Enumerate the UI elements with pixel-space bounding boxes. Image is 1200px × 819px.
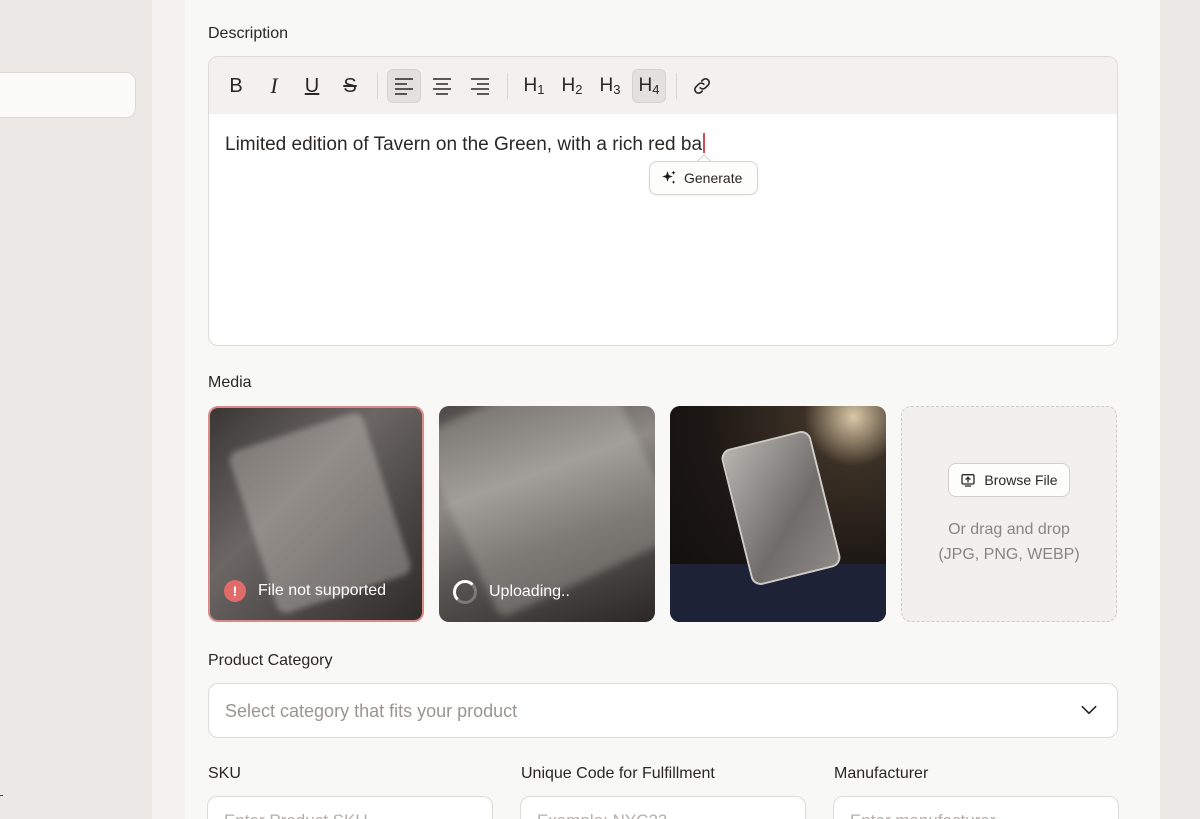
sidebar-input[interactable] [0, 72, 136, 118]
generate-label: Generate [684, 170, 743, 186]
link-icon [694, 78, 710, 94]
error-status: ! File not supported [224, 580, 386, 602]
strikethrough-icon: S [343, 74, 357, 97]
heading-4-letter: H [638, 75, 653, 96]
description-label: Description [208, 25, 289, 42]
chevron-down-icon [1081, 705, 1097, 715]
media-tile-error[interactable]: ! File not supported [208, 406, 424, 622]
browse-file-label: Browse File [984, 472, 1058, 488]
heading-4-level: 4 [652, 82, 660, 97]
editor-toolbar: B I U S H1 H2 H3 H4 [209, 57, 1117, 114]
heading-1-level: 1 [537, 82, 545, 97]
description-editor[interactable]: B I U S H1 H2 H3 H4 Limited edition of T… [208, 56, 1118, 346]
underline-icon: U [304, 74, 320, 97]
left-sidebar [0, 0, 152, 819]
error-status-text: File not supported [258, 582, 387, 599]
media-label: Media [208, 374, 252, 391]
align-left-button[interactable] [387, 69, 421, 103]
toolbar-divider [377, 73, 378, 99]
heading-3-button[interactable]: H3 [593, 69, 627, 103]
generate-button[interactable]: Generate [649, 161, 758, 195]
product-category-placeholder: Select category that fits your product [225, 701, 518, 721]
underline-button[interactable]: U [295, 69, 329, 103]
sparkle-icon [662, 170, 676, 184]
fulfillment-code-input[interactable]: Example: NYC23 [520, 796, 806, 819]
heading-3-icon: H3 [600, 75, 621, 97]
description-value: Limited edition of Tavern on the Green, … [225, 134, 703, 155]
bold-icon: B [229, 74, 243, 97]
error-icon: ! [224, 580, 246, 602]
drop-hint-line-1: Or drag and drop [948, 521, 1070, 538]
bold-button[interactable]: B [219, 69, 253, 103]
manufacturer-placeholder: Enter manufacturer [850, 811, 996, 819]
manufacturer-input[interactable]: Enter manufacturer [833, 796, 1119, 819]
toolbar-divider [676, 73, 677, 99]
text-caret [703, 133, 706, 153]
upload-status: Uploading.. [453, 580, 570, 604]
align-center-button[interactable] [425, 69, 459, 103]
fulfillment-code-placeholder: Example: NYC23 [537, 811, 667, 819]
drop-hint: Or drag and drop (JPG, PNG, WEBP) [902, 517, 1116, 567]
media-tile-uploaded[interactable] [670, 406, 886, 622]
heading-4-button[interactable]: H4 [632, 69, 666, 103]
heading-1-button[interactable]: H1 [517, 69, 551, 103]
link-button[interactable] [685, 69, 719, 103]
heading-2-icon: H2 [562, 75, 583, 97]
product-category-label: Product Category [208, 652, 333, 669]
align-right-button[interactable] [463, 69, 497, 103]
media-tile-uploading[interactable]: Uploading.. [439, 406, 655, 622]
heading-4-icon: H4 [639, 75, 660, 97]
strikethrough-button[interactable]: S [333, 69, 367, 103]
sku-label: SKU [208, 765, 241, 782]
italic-icon: I [270, 73, 278, 98]
toolbar-divider [507, 73, 508, 99]
align-left-icon [395, 78, 413, 95]
heading-2-button[interactable]: H2 [555, 69, 589, 103]
italic-button[interactable]: I [257, 69, 291, 103]
media-dropzone[interactable]: Browse File Or drag and drop (JPG, PNG, … [901, 406, 1117, 622]
align-right-icon [471, 78, 489, 95]
heading-1-letter: H [523, 75, 538, 96]
heading-3-level: 3 [613, 82, 621, 97]
drop-hint-line-2: (JPG, PNG, WEBP) [938, 546, 1080, 563]
upload-status-text: Uploading.. [489, 583, 570, 600]
loading-spinner-icon [453, 580, 477, 604]
sku-placeholder: Enter Product SKU [224, 811, 368, 819]
fulfillment-code-label: Unique Code for Fulfillment [521, 765, 715, 782]
upload-icon [961, 474, 976, 487]
browse-file-button[interactable]: Browse File [948, 463, 1070, 497]
manufacturer-label: Manufacturer [834, 765, 929, 782]
heading-2-letter: H [561, 75, 576, 96]
right-margin [1160, 0, 1200, 819]
product-category-select[interactable]: Select category that fits your product [208, 683, 1118, 738]
align-center-icon [433, 78, 451, 95]
sku-input[interactable]: Enter Product SKU [207, 796, 493, 819]
heading-3-letter: H [599, 75, 614, 96]
description-text[interactable]: Limited edition of Tavern on the Green, … [225, 133, 706, 156]
content-gutter [152, 0, 185, 819]
heading-1-icon: H1 [524, 75, 545, 97]
heading-2-level: 2 [575, 82, 583, 97]
sidebar-mark [0, 795, 3, 796]
